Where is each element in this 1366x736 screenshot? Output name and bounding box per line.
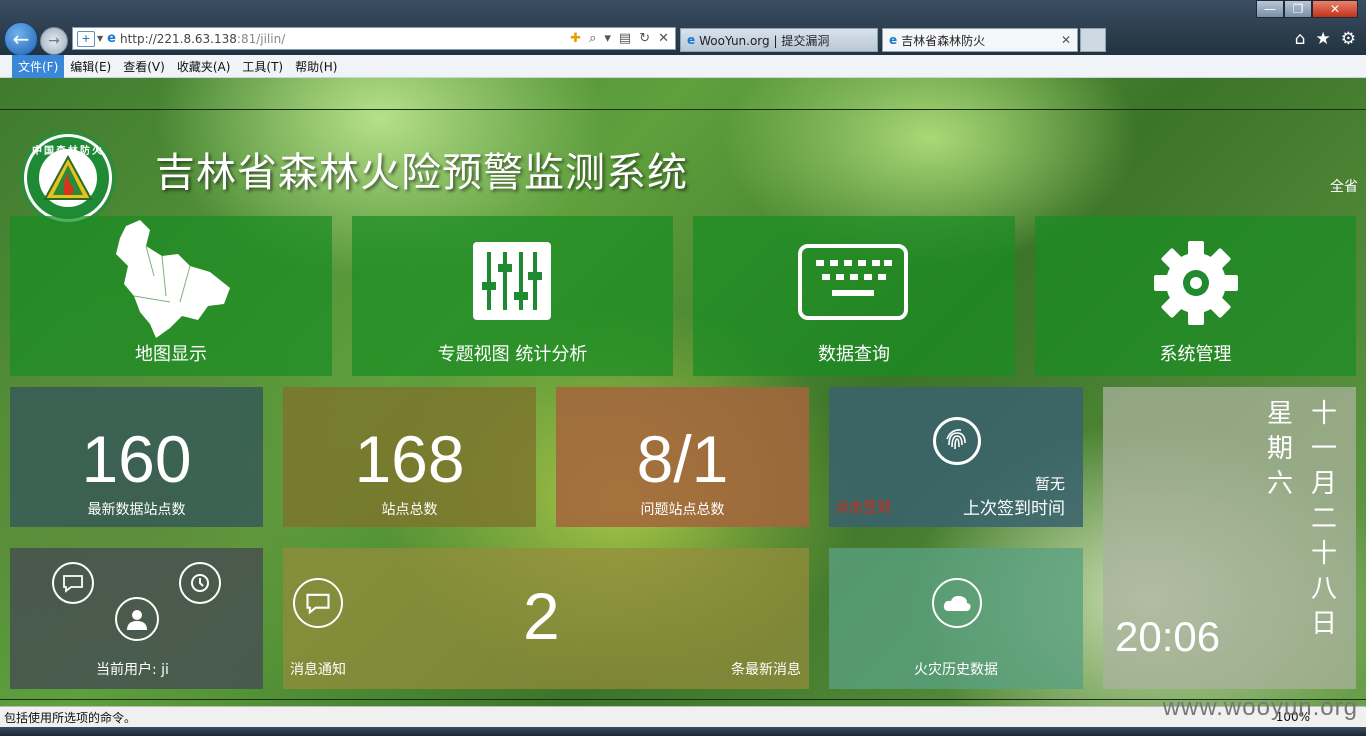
checkin-status: 暂无 bbox=[1034, 475, 1065, 493]
region-label[interactable]: 全省 bbox=[1330, 176, 1358, 196]
user-icon[interactable] bbox=[115, 597, 159, 641]
gear-icon[interactable]: ⚙ bbox=[1341, 29, 1356, 49]
chevron-down-icon[interactable]: ▼ bbox=[97, 34, 103, 43]
cloud-icon bbox=[932, 578, 982, 628]
tile-system-management[interactable]: 系统管理 bbox=[1035, 216, 1356, 376]
page-content: 中国森林防火 吉林省森林火险预警监测系统 全省 地图显示 专题视图 统计分析 数… bbox=[0, 78, 1366, 706]
close-window-button[interactable]: ✕ bbox=[1312, 0, 1358, 18]
menu-view[interactable]: 查看(V) bbox=[117, 55, 171, 78]
stat-value: 168 bbox=[354, 422, 465, 496]
messages-label: 消息通知 bbox=[290, 662, 346, 678]
tile-fire-history[interactable]: 火灾历史数据 bbox=[829, 548, 1083, 689]
watermark: www.wooyun.org bbox=[1162, 694, 1358, 721]
fire-history-label: 火灾历史数据 bbox=[914, 662, 998, 678]
tile-map-display[interactable]: 地图显示 bbox=[10, 216, 332, 376]
history-icon[interactable] bbox=[179, 562, 221, 604]
tile-label: 数据查询 bbox=[818, 344, 890, 365]
tile-current-user[interactable]: 当前用户: ji bbox=[10, 548, 263, 689]
last-checkin-label: 上次签到时间 bbox=[963, 499, 1065, 519]
ie-page-icon: e bbox=[687, 33, 696, 47]
minimize-button[interactable]: — bbox=[1256, 0, 1284, 18]
tile-label: 地图显示 bbox=[135, 344, 207, 365]
tile-messages[interactable]: 2 消息通知 条最新消息 bbox=[283, 548, 809, 689]
page-title: 吉林省森林火险预警监测系统 bbox=[155, 150, 688, 196]
menu-bar: 文件(F) 编辑(E) 查看(V) 收藏夹(A) 工具(T) 帮助(H) bbox=[0, 54, 1366, 78]
status-bar: 包括使用所选项的命令。 100% bbox=[0, 706, 1366, 727]
chat-icon bbox=[293, 578, 343, 628]
taskbar bbox=[0, 727, 1366, 736]
date-vertical: 十一月 二十八 日 bbox=[1310, 399, 1337, 639]
menu-edit[interactable]: 编辑(E) bbox=[64, 55, 117, 78]
stat-value: 8/1 bbox=[636, 422, 729, 496]
message-count: 2 bbox=[523, 579, 560, 653]
tile-latest-station-count[interactable]: 160 最新数据站点数 bbox=[10, 387, 263, 527]
maximize-button[interactable]: ❐ bbox=[1284, 0, 1312, 18]
fingerprint-icon bbox=[933, 417, 981, 465]
gear-icon bbox=[1154, 241, 1238, 325]
checkin-link[interactable]: 点击签到 bbox=[835, 497, 891, 517]
new-tab-button[interactable] bbox=[1080, 28, 1106, 52]
chat-icon[interactable] bbox=[52, 562, 94, 604]
browser-toolbar: ← → + ▼ e http://221.8.63.138:81/jilin/ … bbox=[0, 0, 1366, 56]
security-shield-icon[interactable]: + bbox=[77, 30, 95, 47]
tile-total-stations[interactable]: 168 站点总数 bbox=[283, 387, 536, 527]
status-text: 包括使用所选项的命令。 bbox=[4, 710, 137, 725]
chevron-down-icon[interactable]: ▾ bbox=[604, 31, 611, 46]
stat-value: 160 bbox=[81, 422, 192, 496]
home-icon[interactable]: ⌂ bbox=[1295, 29, 1306, 49]
menu-file[interactable]: 文件(F) bbox=[12, 54, 65, 78]
back-button[interactable]: ← bbox=[4, 22, 38, 56]
tile-label: 系统管理 bbox=[1159, 344, 1232, 365]
sliders-icon bbox=[473, 242, 551, 320]
menu-help[interactable]: 帮助(H) bbox=[289, 55, 343, 78]
stop-icon[interactable]: ✕ bbox=[658, 31, 669, 46]
forward-button[interactable]: → bbox=[40, 27, 68, 55]
keyboard-icon bbox=[798, 244, 908, 320]
tab-wooyun[interactable]: e WooYun.org | 提交漏洞 bbox=[680, 28, 878, 52]
tile-topic-view-statistics[interactable]: 专题视图 统计分析 bbox=[352, 216, 673, 376]
address-bar[interactable]: + ▼ e http://221.8.63.138:81/jilin/ ✚ ⌕ … bbox=[72, 27, 676, 50]
clock-time: 20:06 bbox=[1115, 613, 1221, 660]
stat-label: 问题站点总数 bbox=[640, 502, 725, 518]
tile-clock: 星期六 十一月 二十八 日 20:06 bbox=[1103, 387, 1356, 689]
compat-view-icon[interactable]: ▤ bbox=[619, 31, 631, 46]
weekday-vertical: 星期六 bbox=[1266, 399, 1293, 499]
close-tab-icon[interactable]: ✕ bbox=[1061, 33, 1071, 47]
stat-label: 最新数据站点数 bbox=[87, 502, 186, 518]
ie-page-icon: e bbox=[107, 31, 116, 46]
map-icon bbox=[116, 220, 230, 338]
tile-problem-stations[interactable]: 8/1 问题站点总数 bbox=[556, 387, 809, 527]
menu-favorites[interactable]: 收藏夹(A) bbox=[171, 55, 237, 78]
search-icon[interactable]: ⌕ bbox=[589, 31, 596, 46]
tab-jilin-forest-fire[interactable]: e 吉林省森林防火 ✕ bbox=[882, 28, 1078, 52]
refresh-icon[interactable]: ↻ bbox=[639, 31, 650, 46]
compatibility-icon[interactable]: ✚ bbox=[570, 31, 581, 46]
tile-data-query[interactable]: 数据查询 bbox=[693, 216, 1015, 376]
current-user-label: 当前用户: ji bbox=[96, 662, 169, 678]
favorites-star-icon[interactable]: ★ bbox=[1316, 29, 1331, 49]
menu-tools[interactable]: 工具(T) bbox=[236, 55, 289, 78]
forest-fire-logo: 中国森林防火 bbox=[20, 130, 116, 226]
ie-page-icon: e bbox=[889, 33, 898, 47]
stat-label: 站点总数 bbox=[381, 502, 438, 518]
tile-checkin[interactable]: 暂无 点击签到 上次签到时间 bbox=[829, 387, 1083, 527]
messages-suffix: 条最新消息 bbox=[731, 662, 801, 678]
url-text[interactable]: http://221.8.63.138:81/jilin/ bbox=[120, 32, 570, 46]
tile-label: 专题视图 统计分析 bbox=[437, 344, 588, 365]
